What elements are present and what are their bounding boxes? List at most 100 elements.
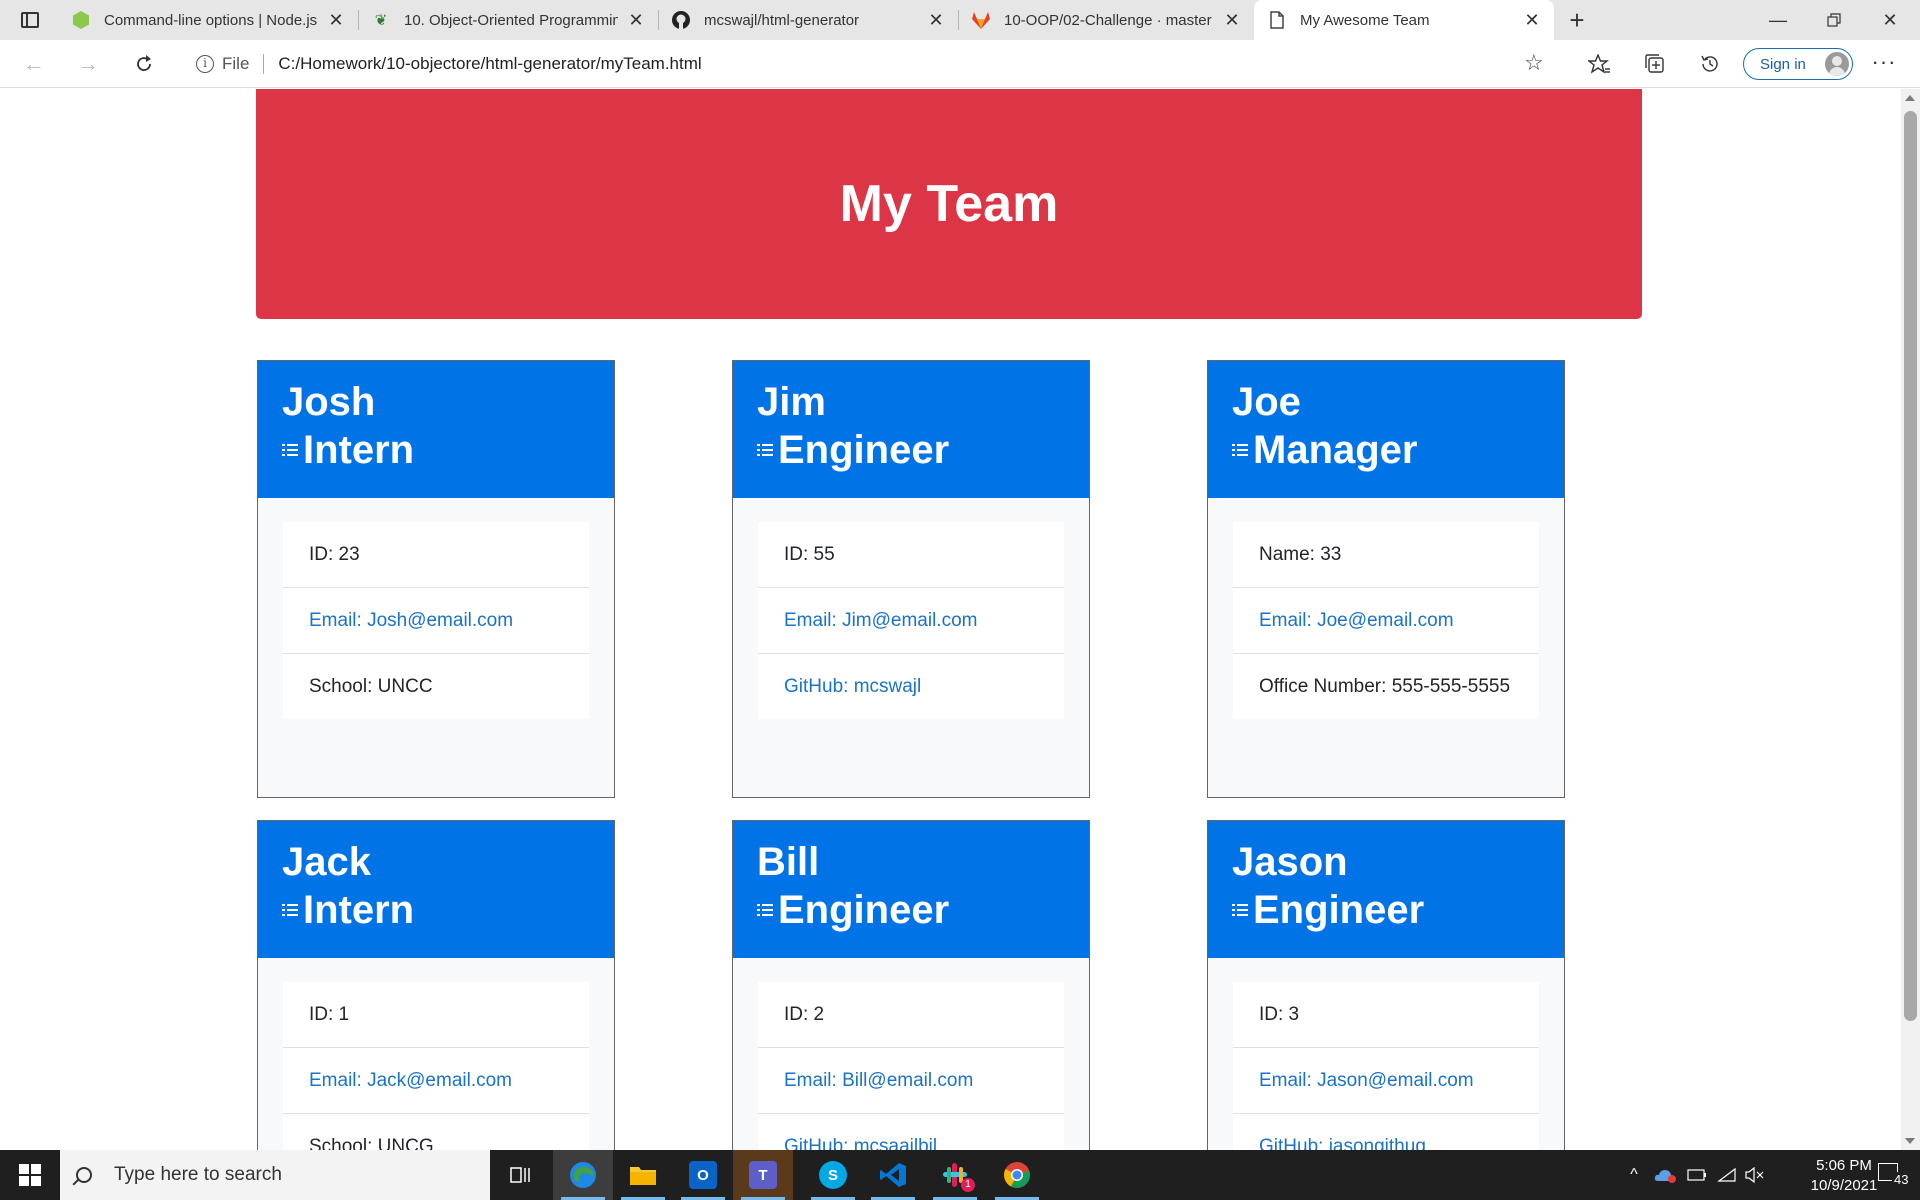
search-placeholder: Type here to search bbox=[114, 1164, 282, 1185]
employee-name: Jim bbox=[757, 380, 826, 424]
history-icon[interactable] bbox=[1696, 50, 1724, 78]
skype-icon[interactable]: S bbox=[803, 1150, 863, 1200]
tab-my-awesome-team[interactable]: My Awesome Team ✕ bbox=[1254, 0, 1554, 40]
card-header: Josh Intern bbox=[258, 361, 614, 498]
employee-github-link[interactable]: GitHub: mcswajl bbox=[758, 654, 1064, 719]
file-explorer-icon[interactable] bbox=[613, 1150, 673, 1200]
restore-button[interactable] bbox=[1806, 0, 1862, 40]
scroll-up-icon[interactable] bbox=[1905, 95, 1915, 101]
forward-button[interactable]: → bbox=[72, 48, 104, 80]
card-header: Jack Intern bbox=[258, 821, 614, 958]
employee-id: Name: 33 bbox=[1233, 522, 1539, 588]
employee-office-number: Office Number: 555-555-5555 bbox=[1259, 676, 1511, 697]
tab-nodejs[interactable]: Command-line options | Node.js ✕ bbox=[58, 0, 358, 40]
employee-card: Jim Engineer ID: 55 Email: Jim@email.com… bbox=[732, 360, 1090, 798]
employee-card: Joe Manager Name: 33 Email: Joe@email.co… bbox=[1207, 360, 1565, 798]
scrollbar-thumb[interactable] bbox=[1904, 111, 1917, 1021]
sign-in-button[interactable]: Sign in bbox=[1743, 48, 1853, 80]
tab-title: 10-OOP/02-Challenge · master · bbox=[1004, 11, 1214, 29]
new-tab-button[interactable]: + bbox=[1561, 4, 1593, 36]
list-icon bbox=[757, 443, 778, 458]
employee-email-link[interactable]: Email: Josh@email.com bbox=[283, 588, 589, 654]
tab-github[interactable]: mcswajl/html-generator ✕ bbox=[658, 0, 958, 40]
tab-actions-icon bbox=[21, 12, 39, 28]
scroll-down-icon[interactable] bbox=[1905, 1138, 1915, 1144]
employee-name: Josh bbox=[282, 380, 376, 424]
github-octocat-icon bbox=[672, 11, 690, 29]
employee-id: ID: 55 bbox=[758, 522, 1064, 588]
employee-id: ID: 1 bbox=[283, 982, 589, 1048]
url-text[interactable]: C:/Homework/10-objectore/html-generator/… bbox=[278, 54, 701, 74]
close-window-button[interactable]: ✕ bbox=[1862, 0, 1918, 40]
employee-email-link[interactable]: Email: Jason@email.com bbox=[1233, 1048, 1539, 1114]
gitlab-fox-icon bbox=[972, 11, 990, 29]
employee-role: Intern bbox=[303, 428, 415, 472]
wifi-icon[interactable] bbox=[1714, 1150, 1740, 1200]
employee-name: Bill bbox=[757, 840, 820, 884]
employee-email-link[interactable]: Email: Joe@email.com bbox=[1233, 588, 1539, 654]
site-info-icon[interactable]: i bbox=[196, 55, 214, 73]
bootcamp-leaf-icon: ❦ bbox=[374, 12, 388, 29]
show-hidden-icons-icon[interactable]: ^ bbox=[1622, 1150, 1646, 1200]
battery-icon[interactable] bbox=[1684, 1150, 1710, 1200]
close-tab-icon[interactable]: ✕ bbox=[926, 10, 946, 31]
slack-icon[interactable]: 1 bbox=[925, 1150, 985, 1200]
taskbar-search-box[interactable]: Type here to search bbox=[60, 1150, 490, 1200]
employee-details-list: ID: 1 Email: Jack@email.com School: UNCG bbox=[283, 982, 589, 1150]
close-tab-icon[interactable]: ✕ bbox=[1222, 10, 1242, 31]
employee-role: Intern bbox=[303, 888, 415, 932]
employee-email-link[interactable]: Email: Bill@email.com bbox=[758, 1048, 1064, 1114]
back-button[interactable]: ← bbox=[18, 48, 50, 80]
collections-icon[interactable] bbox=[1641, 50, 1669, 78]
employee-role: Engineer bbox=[778, 428, 950, 472]
close-tab-icon[interactable]: ✕ bbox=[1522, 10, 1542, 31]
task-view-icon[interactable] bbox=[490, 1150, 550, 1200]
employee-id: ID: 2 bbox=[758, 982, 1064, 1048]
teams-icon[interactable]: T bbox=[733, 1150, 793, 1200]
employee-email-link[interactable]: Email: Jack@email.com bbox=[283, 1048, 589, 1114]
vscode-icon[interactable] bbox=[863, 1150, 923, 1200]
employee-role: Manager bbox=[1253, 428, 1418, 472]
close-tab-icon[interactable]: ✕ bbox=[626, 10, 646, 31]
employee-name: Jack bbox=[282, 840, 371, 884]
employee-id: ID: 3 bbox=[1233, 982, 1539, 1048]
tab-actions-button[interactable] bbox=[12, 8, 48, 32]
employee-card: Jack Intern ID: 1 Email: Jack@email.com … bbox=[257, 820, 615, 1150]
notification-center-icon[interactable]: 43 bbox=[1874, 1160, 1914, 1190]
restore-icon bbox=[1827, 13, 1841, 27]
start-button[interactable] bbox=[0, 1150, 60, 1200]
add-favorite-icon[interactable]: ☆ bbox=[1524, 50, 1544, 76]
employee-github-link[interactable]: GitHub: jasongithug bbox=[1233, 1114, 1539, 1150]
outlook-icon[interactable]: O bbox=[673, 1150, 733, 1200]
list-icon bbox=[282, 903, 303, 918]
tab-oop[interactable]: ❦ 10. Object-Oriented Programming ✕ bbox=[358, 0, 658, 40]
edge-icon[interactable] bbox=[553, 1150, 613, 1200]
chrome-icon[interactable] bbox=[987, 1150, 1047, 1200]
page-scrollbar[interactable] bbox=[1901, 89, 1920, 1150]
windows-logo-icon bbox=[19, 1164, 41, 1186]
employee-details-list: ID: 3 Email: Jason@email.com GitHub: jas… bbox=[1233, 982, 1539, 1150]
tab-title: Command-line options | Node.js bbox=[104, 11, 318, 29]
notification-count: 43 bbox=[1892, 1172, 1911, 1187]
tab-gitlab[interactable]: 10-OOP/02-Challenge · master · ✕ bbox=[958, 0, 1254, 40]
search-icon bbox=[76, 1167, 92, 1183]
onedrive-error-icon[interactable] bbox=[1650, 1150, 1680, 1200]
employee-email-link[interactable]: Email: Jim@email.com bbox=[758, 588, 1064, 654]
refresh-button[interactable] bbox=[128, 48, 160, 80]
close-tab-icon[interactable]: ✕ bbox=[326, 10, 346, 31]
volume-muted-icon[interactable] bbox=[1742, 1150, 1766, 1200]
list-icon bbox=[1232, 443, 1253, 458]
employee-details-list: ID: 23 Email: Josh@email.com School: UNC… bbox=[283, 522, 589, 719]
employee-name: Joe bbox=[1232, 380, 1301, 424]
employee-github-link[interactable]: GitHub: mcsaajlbil bbox=[758, 1114, 1064, 1150]
minimize-button[interactable]: — bbox=[1750, 0, 1806, 40]
employee-role: Engineer bbox=[1253, 888, 1425, 932]
team-header: My Team bbox=[256, 89, 1642, 319]
employee-school: School: UNCC bbox=[309, 676, 433, 697]
favorites-icon[interactable] bbox=[1585, 50, 1613, 78]
address-bar[interactable]: i File C:/Homework/10-objectore/html-gen… bbox=[180, 47, 1558, 81]
slack-badge: 1 bbox=[961, 1178, 975, 1192]
more-options-icon[interactable]: ··· bbox=[1868, 48, 1900, 80]
employee-details-list: ID: 2 Email: Bill@email.com GitHub: mcsa… bbox=[758, 982, 1064, 1150]
refresh-icon bbox=[137, 55, 151, 71]
